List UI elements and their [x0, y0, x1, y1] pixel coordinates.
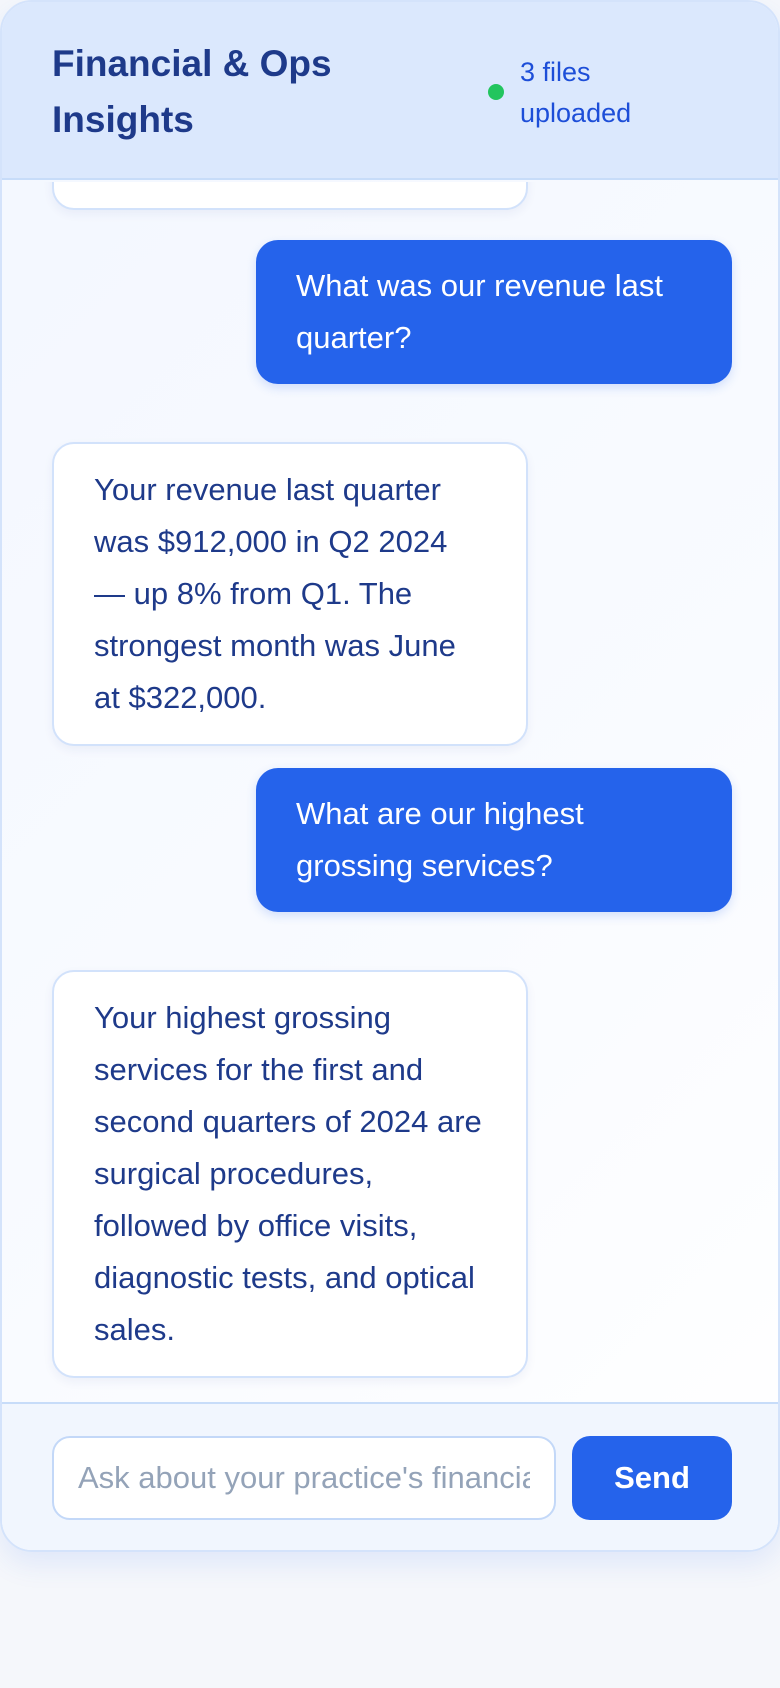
- assistant-message-bubble: Your revenue last quarter was $912,000 i…: [52, 442, 528, 746]
- send-button[interactable]: Send: [572, 1436, 732, 1520]
- user-message-bubble: What are our highest grossing services?: [256, 768, 732, 912]
- chat-window: Financial & Ops Insights 3 files uploade…: [0, 0, 780, 1552]
- chat-header: Financial & Ops Insights 3 files uploade…: [2, 2, 778, 180]
- message-list[interactable]: What was our revenue last quarter? Your …: [2, 182, 778, 1402]
- assistant-message-bubble: [52, 182, 528, 210]
- app-title: Financial & Ops Insights: [52, 43, 332, 140]
- composer-bar: Send: [2, 1402, 778, 1550]
- user-message-bubble: What was our revenue last quarter?: [256, 240, 732, 384]
- upload-status: 3 files uploaded: [488, 52, 660, 134]
- upload-status-text: 3 files uploaded: [520, 57, 632, 128]
- online-dot-icon: [488, 84, 504, 100]
- assistant-message-bubble: Your highest grossing services for the f…: [52, 970, 528, 1378]
- message-input[interactable]: [52, 1436, 556, 1520]
